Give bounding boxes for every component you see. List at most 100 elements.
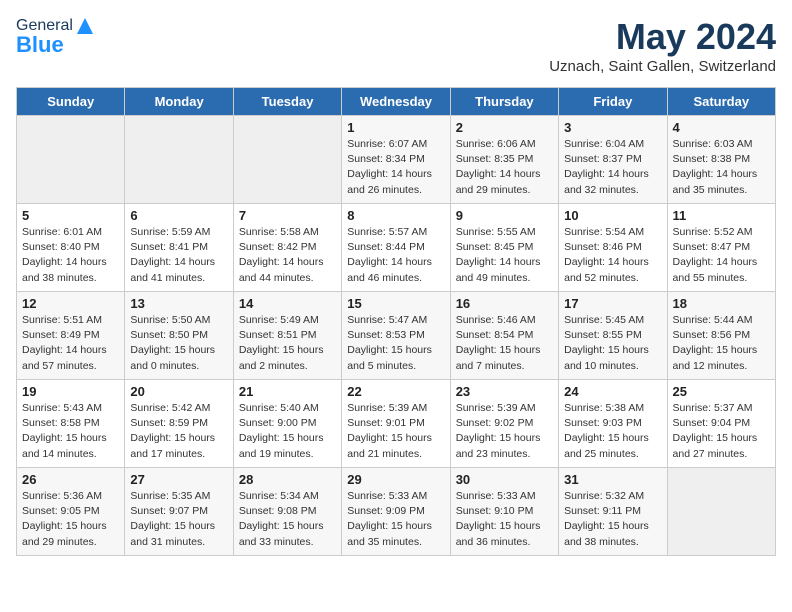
day-info: Sunrise: 5:52 AMSunset: 8:47 PMDaylight:… xyxy=(673,225,770,286)
day-number: 24 xyxy=(564,384,661,399)
calendar-body: 1 Sunrise: 6:07 AMSunset: 8:34 PMDaylight… xyxy=(17,116,776,556)
day-cell: 21 Sunrise: 5:40 AMSunset: 9:00 PMDayligh… xyxy=(233,380,341,468)
header-cell-monday: Monday xyxy=(125,88,233,116)
day-number: 5 xyxy=(22,208,119,223)
header-cell-wednesday: Wednesday xyxy=(342,88,450,116)
day-number: 18 xyxy=(673,296,770,311)
day-cell: 15 Sunrise: 5:47 AMSunset: 8:53 PMDayligh… xyxy=(342,292,450,380)
day-number: 16 xyxy=(456,296,553,311)
day-info: Sunrise: 5:36 AMSunset: 9:05 PMDaylight:… xyxy=(22,489,119,550)
day-info: Sunrise: 5:38 AMSunset: 9:03 PMDaylight:… xyxy=(564,401,661,462)
subtitle: Uznach, Saint Gallen, Switzerland xyxy=(549,58,776,75)
day-number: 11 xyxy=(673,208,770,223)
header-cell-sunday: Sunday xyxy=(17,88,125,116)
day-number: 29 xyxy=(347,472,444,487)
day-number: 26 xyxy=(22,472,119,487)
day-info: Sunrise: 5:37 AMSunset: 9:04 PMDaylight:… xyxy=(673,401,770,462)
day-number: 28 xyxy=(239,472,336,487)
day-info: Sunrise: 6:01 AMSunset: 8:40 PMDaylight:… xyxy=(22,225,119,286)
day-info: Sunrise: 5:58 AMSunset: 8:42 PMDaylight:… xyxy=(239,225,336,286)
day-number: 7 xyxy=(239,208,336,223)
header-cell-saturday: Saturday xyxy=(667,88,775,116)
header-row: SundayMondayTuesdayWednesdayThursdayFrid… xyxy=(17,88,776,116)
day-number: 22 xyxy=(347,384,444,399)
day-info: Sunrise: 5:32 AMSunset: 9:11 PMDaylight:… xyxy=(564,489,661,550)
day-number: 17 xyxy=(564,296,661,311)
week-row-2: 5 Sunrise: 6:01 AMSunset: 8:40 PMDaylight… xyxy=(17,204,776,292)
day-info: Sunrise: 6:03 AMSunset: 8:38 PMDaylight:… xyxy=(673,137,770,198)
day-cell xyxy=(17,116,125,204)
day-info: Sunrise: 5:39 AMSunset: 9:02 PMDaylight:… xyxy=(456,401,553,462)
day-cell: 13 Sunrise: 5:50 AMSunset: 8:50 PMDayligh… xyxy=(125,292,233,380)
day-cell: 18Sunrise: 5:44 AMSunset: 8:56 PMDayligh… xyxy=(667,292,775,380)
day-cell: 3Sunrise: 6:04 AMSunset: 8:37 PMDaylight… xyxy=(559,116,667,204)
day-cell: 19Sunrise: 5:43 AMSunset: 8:58 PMDayligh… xyxy=(17,380,125,468)
day-number: 30 xyxy=(456,472,553,487)
day-cell: 20Sunrise: 5:42 AMSunset: 8:59 PMDayligh… xyxy=(125,380,233,468)
logo-icon xyxy=(75,16,95,36)
day-info: Sunrise: 5:51 AMSunset: 8:49 PMDaylight:… xyxy=(22,313,119,374)
day-info: Sunrise: 5:33 AMSunset: 9:09 PMDaylight:… xyxy=(347,489,444,550)
day-number: 1 xyxy=(347,120,444,135)
day-number: 14 xyxy=(239,296,336,311)
day-info: Sunrise: 5:49 AMSunset: 8:51 PMDaylight:… xyxy=(239,313,336,374)
day-cell: 6 Sunrise: 5:59 AMSunset: 8:41 PMDaylight… xyxy=(125,204,233,292)
day-info: Sunrise: 5:40 AMSunset: 9:00 PMDaylight:… xyxy=(239,401,336,462)
logo: General Blue xyxy=(16,16,95,58)
day-info: Sunrise: 5:34 AMSunset: 9:08 PMDaylight:… xyxy=(239,489,336,550)
day-cell: 2 Sunrise: 6:06 AMSunset: 8:35 PMDaylight… xyxy=(450,116,558,204)
day-cell: 25 Sunrise: 5:37 AMSunset: 9:04 PMDayligh… xyxy=(667,380,775,468)
day-cell: 11 Sunrise: 5:52 AMSunset: 8:47 PMDayligh… xyxy=(667,204,775,292)
day-number: 8 xyxy=(347,208,444,223)
day-cell: 1 Sunrise: 6:07 AMSunset: 8:34 PMDaylight… xyxy=(342,116,450,204)
day-cell: 17 Sunrise: 5:45 AMSunset: 8:55 PMDayligh… xyxy=(559,292,667,380)
day-cell: 27Sunrise: 5:35 AMSunset: 9:07 PMDayligh… xyxy=(125,468,233,556)
day-info: Sunrise: 5:45 AMSunset: 8:55 PMDaylight:… xyxy=(564,313,661,374)
header-cell-tuesday: Tuesday xyxy=(233,88,341,116)
day-number: 25 xyxy=(673,384,770,399)
week-row-5: 26 Sunrise: 5:36 AMSunset: 9:05 PMDayligh… xyxy=(17,468,776,556)
day-cell: 8 Sunrise: 5:57 AMSunset: 8:44 PMDaylight… xyxy=(342,204,450,292)
day-info: Sunrise: 6:07 AMSunset: 8:34 PMDaylight:… xyxy=(347,137,444,198)
day-info: Sunrise: 6:06 AMSunset: 8:35 PMDaylight:… xyxy=(456,137,553,198)
day-info: Sunrise: 5:59 AMSunset: 8:41 PMDaylight:… xyxy=(130,225,227,286)
page-header: General Blue May 2024 Uznach, Saint Gall… xyxy=(16,16,776,75)
day-cell: 16 Sunrise: 5:46 AMSunset: 8:54 PMDayligh… xyxy=(450,292,558,380)
header-cell-friday: Friday xyxy=(559,88,667,116)
day-info: Sunrise: 5:50 AMSunset: 8:50 PMDaylight:… xyxy=(130,313,227,374)
day-cell: 7 Sunrise: 5:58 AMSunset: 8:42 PMDaylight… xyxy=(233,204,341,292)
day-info: Sunrise: 5:39 AMSunset: 9:01 PMDaylight:… xyxy=(347,401,444,462)
calendar-table: SundayMondayTuesdayWednesdayThursdayFrid… xyxy=(16,87,776,556)
day-cell: 26 Sunrise: 5:36 AMSunset: 9:05 PMDayligh… xyxy=(17,468,125,556)
day-number: 21 xyxy=(239,384,336,399)
day-info: Sunrise: 5:43 AMSunset: 8:58 PMDaylight:… xyxy=(22,401,119,462)
day-cell: 31Sunrise: 5:32 AMSunset: 9:11 PMDayligh… xyxy=(559,468,667,556)
day-cell xyxy=(233,116,341,204)
day-number: 15 xyxy=(347,296,444,311)
day-number: 13 xyxy=(130,296,227,311)
day-info: Sunrise: 5:46 AMSunset: 8:54 PMDaylight:… xyxy=(456,313,553,374)
day-cell xyxy=(667,468,775,556)
day-info: Sunrise: 5:47 AMSunset: 8:53 PMDaylight:… xyxy=(347,313,444,374)
day-number: 12 xyxy=(22,296,119,311)
day-cell: 28 Sunrise: 5:34 AMSunset: 9:08 PMDayligh… xyxy=(233,468,341,556)
day-cell: 9Sunrise: 5:55 AMSunset: 8:45 PMDaylight… xyxy=(450,204,558,292)
day-number: 6 xyxy=(130,208,227,223)
week-row-4: 19Sunrise: 5:43 AMSunset: 8:58 PMDayligh… xyxy=(17,380,776,468)
day-cell: 30 Sunrise: 5:33 AMSunset: 9:10 PMDayligh… xyxy=(450,468,558,556)
week-row-3: 12 Sunrise: 5:51 AMSunset: 8:49 PMDayligh… xyxy=(17,292,776,380)
title-block: May 2024 Uznach, Saint Gallen, Switzerla… xyxy=(549,16,776,75)
day-cell: 4Sunrise: 6:03 AMSunset: 8:38 PMDaylight… xyxy=(667,116,775,204)
day-info: Sunrise: 5:33 AMSunset: 9:10 PMDaylight:… xyxy=(456,489,553,550)
day-cell: 12 Sunrise: 5:51 AMSunset: 8:49 PMDayligh… xyxy=(17,292,125,380)
day-cell: 29 Sunrise: 5:33 AMSunset: 9:09 PMDayligh… xyxy=(342,468,450,556)
day-info: Sunrise: 5:57 AMSunset: 8:44 PMDaylight:… xyxy=(347,225,444,286)
day-number: 9 xyxy=(456,208,553,223)
day-number: 10 xyxy=(564,208,661,223)
day-cell: 5 Sunrise: 6:01 AMSunset: 8:40 PMDaylight… xyxy=(17,204,125,292)
day-number: 2 xyxy=(456,120,553,135)
header-cell-thursday: Thursday xyxy=(450,88,558,116)
day-number: 3 xyxy=(564,120,661,135)
day-cell: 22 Sunrise: 5:39 AMSunset: 9:01 PMDayligh… xyxy=(342,380,450,468)
day-number: 20 xyxy=(130,384,227,399)
